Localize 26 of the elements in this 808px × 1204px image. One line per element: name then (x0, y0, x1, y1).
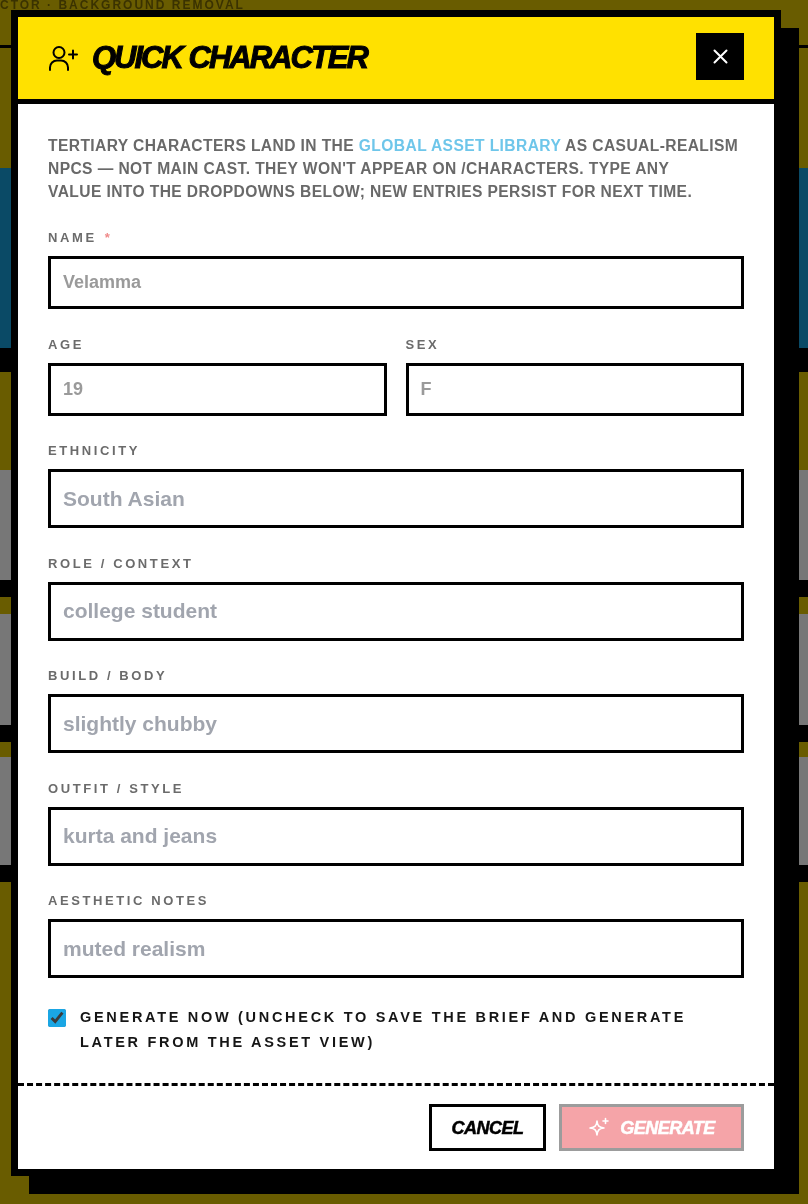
field-label: OUTFIT / STYLE (48, 780, 185, 797)
text-field[interactable]: 19 (48, 362, 387, 416)
dropdown-field[interactable]: South Asian (48, 469, 744, 528)
dropdown-field[interactable]: kurta and jeans (48, 806, 744, 866)
checkbox-label[interactable]: GENERATE NOW (UNCHECK TO SAVE THE BRIEF AND GENERATE LATER FROM THE ASSET VIEW) (80, 1005, 720, 1055)
field-label: ROLE / CONTEXT (48, 555, 194, 572)
required-asterisk: * (104, 230, 110, 246)
cancel-button[interactable]: CANCEL (429, 1104, 546, 1151)
person-plus-icon (48, 45, 78, 71)
dialog-title: QUICK CHARACTER (92, 40, 369, 76)
dropdown-field[interactable]: college student (48, 581, 744, 641)
checkbox[interactable] (48, 1009, 66, 1027)
field-label: AESTHETIC NOTES (48, 893, 210, 909)
dropdown-field[interactable]: slightly chubby (48, 694, 744, 753)
close-icon (712, 49, 728, 64)
close-button[interactable] (696, 33, 744, 80)
text-field[interactable]: F (405, 362, 744, 416)
text-field[interactable]: Velamma (48, 256, 744, 309)
intro-text: TERTIARY CHARACTERS LAND IN THE GLOBAL ASSET LIBRARY AS CASUAL-REALISM NPCS — NOT MAIN CAST. THEY WON'T APPEAR ON /CHARACTERS. TYPE ANY VALUE INTO THE DROPDOWNS BELOW; NEW ENTRIES PERSIST FOR NEXT TIME. (48, 136, 740, 202)
field-label: NAME (48, 230, 97, 246)
dropdown-field[interactable]: muted realism (48, 919, 744, 978)
field-label: BUILD / BODY (48, 668, 168, 684)
sparkle-icon (588, 1116, 611, 1139)
field-label: AGE (48, 336, 84, 353)
field-label: SEX (405, 336, 440, 353)
field-label: ETHNICITY (48, 443, 140, 459)
